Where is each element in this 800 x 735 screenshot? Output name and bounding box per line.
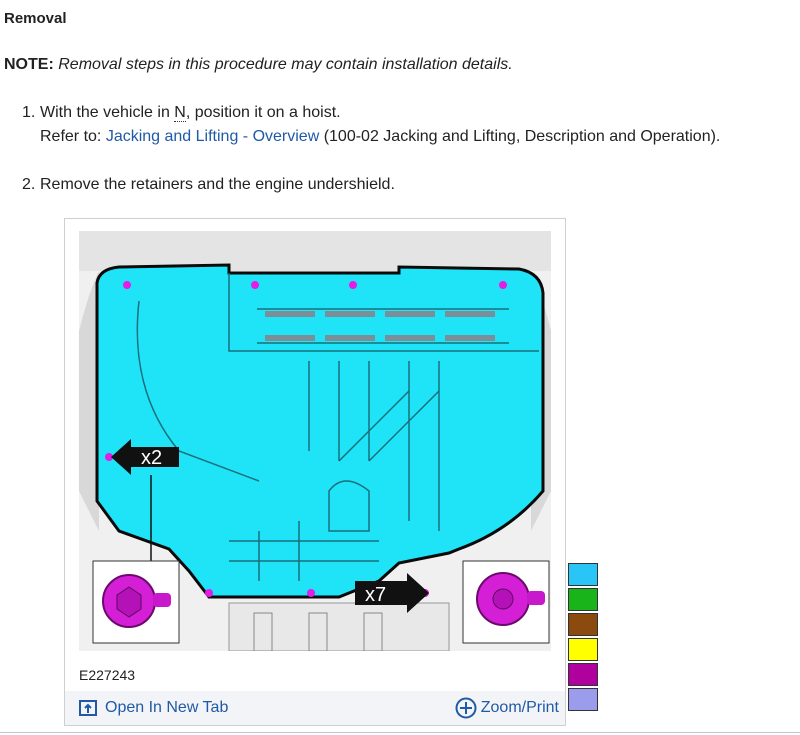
note: NOTE: Removal steps in this procedure ma… — [4, 56, 513, 74]
step-text: With the vehicle in — [40, 104, 175, 121]
undershield-illustration: x2 x7 — [79, 231, 551, 651]
jacking-lifting-link[interactable]: Jacking and Lifting - Overview — [106, 128, 319, 145]
color-swatch-magenta — [568, 663, 598, 686]
refer-label: Refer to: — [40, 128, 106, 145]
step-text-cont: , position it on a hoist. — [185, 104, 341, 121]
step-number: 2. — [22, 176, 36, 193]
retainer-detail-left — [92, 560, 180, 644]
step-text: Remove the retainers and the engine unde… — [40, 176, 395, 193]
open-new-tab-icon — [79, 699, 97, 716]
callout-left-label: x2 — [141, 447, 162, 469]
step-number: 1. — [22, 104, 36, 121]
color-swatch-yellow — [568, 638, 598, 661]
section-heading: Removal — [4, 10, 67, 27]
figure-footer: Open In New Tab Zoom/Print — [65, 691, 565, 725]
color-swatch-lavender — [568, 688, 598, 711]
step-2: 2. Remove the retainers and the engine un… — [22, 173, 395, 197]
refer-suffix: (100-02 Jacking and Lifting, Description… — [319, 128, 721, 145]
retainer-detail-right — [462, 560, 550, 644]
open-new-tab-label: Open In New Tab — [105, 699, 229, 716]
step-1: 1. With the vehicle in N, position it on … — [22, 101, 720, 149]
note-text: Removal steps in this procedure may cont… — [58, 56, 513, 73]
color-swatch-brown — [568, 613, 598, 636]
open-new-tab-button[interactable]: Open In New Tab — [79, 699, 228, 717]
zoom-print-label: Zoom/Print — [480, 699, 559, 717]
zoom-plus-icon — [455, 697, 477, 719]
color-swatch-green — [568, 588, 598, 611]
figure-id: E227243 — [79, 667, 136, 683]
zoom-print-button[interactable]: Zoom/Print — [455, 697, 559, 719]
callout-right-label: x7 — [365, 584, 386, 606]
figure: x2 x7 E227243 Open In New Tab Zoom/Print — [64, 218, 566, 726]
neutral-abbreviation[interactable]: N — [174, 104, 186, 122]
color-swatch-cyan — [568, 563, 598, 586]
color-key — [568, 563, 598, 713]
divider — [0, 732, 800, 733]
note-label: NOTE: — [4, 56, 54, 73]
